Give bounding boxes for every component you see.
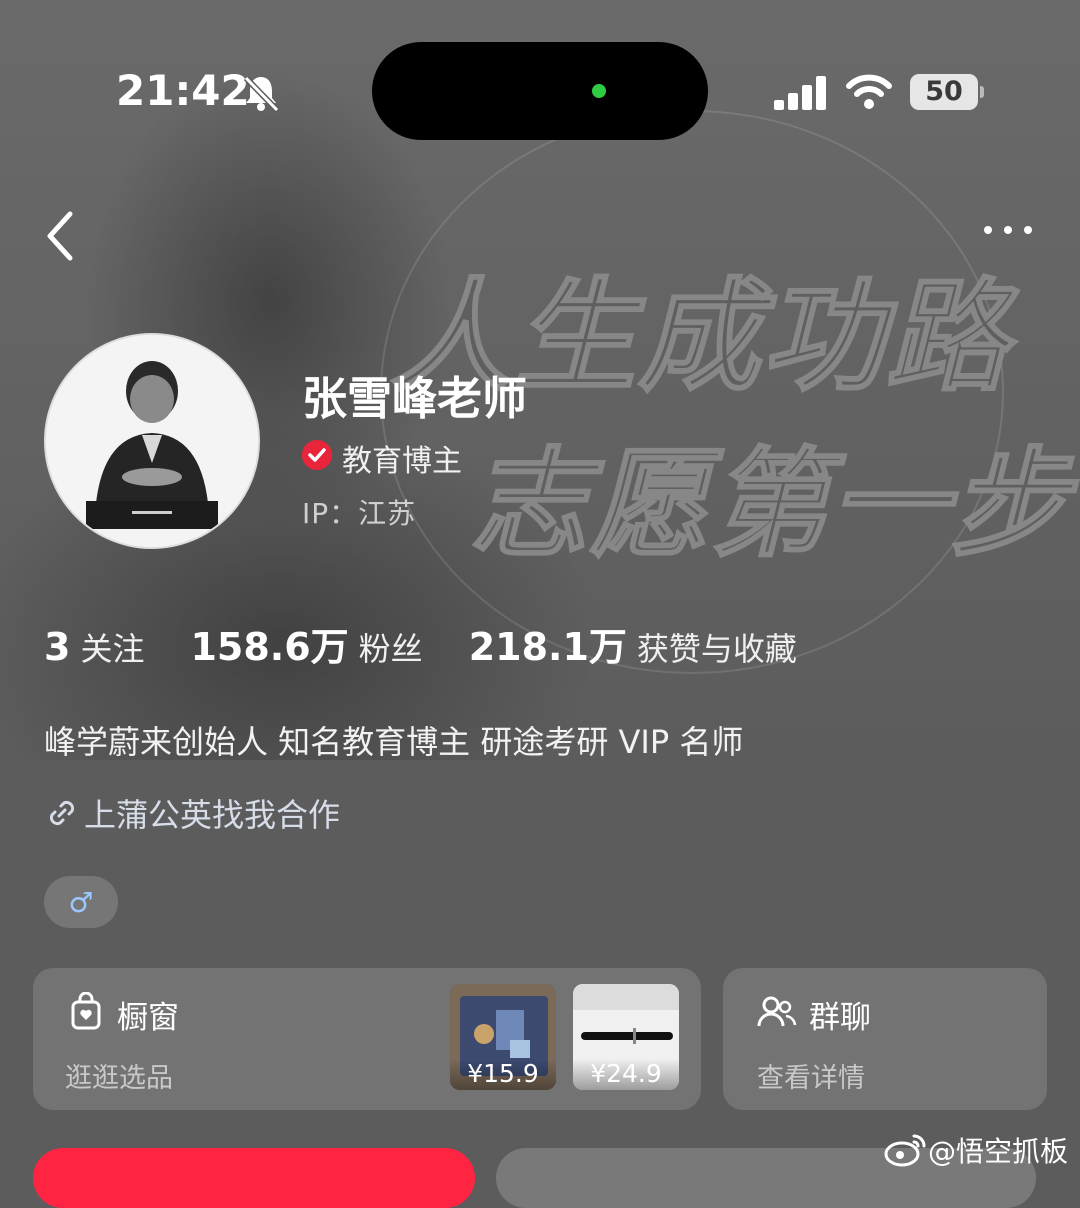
shop-window-title: 橱窗	[117, 1000, 179, 1036]
watermark: @悟空抓板	[884, 1130, 1068, 1170]
battery-tip	[980, 86, 984, 98]
camera-indicator-dot	[592, 84, 606, 98]
shopping-bag-icon	[71, 992, 101, 1030]
following-label[interactable]: 关注	[80, 624, 144, 670]
group-chat-title: 群聊	[809, 1000, 871, 1036]
bell-muted-icon	[243, 75, 280, 113]
product-price: ¥15.9	[450, 1059, 556, 1090]
profile-role: 教育博主	[342, 444, 462, 479]
product-thumbnail[interactable]: ¥15.9	[450, 984, 556, 1090]
profile-name: 张雪峰老师	[302, 372, 528, 425]
profile-bio: 峰学蔚来创始人 知名教育博主 研途考研 VIP 名师	[44, 723, 744, 761]
watermark-text: @悟空抓板	[928, 1135, 1069, 1168]
gender-tag: ♂	[44, 876, 118, 928]
wifi-icon	[846, 74, 892, 109]
back-arrow-icon[interactable]	[40, 206, 90, 266]
avatar[interactable]	[44, 333, 260, 549]
product-thumbnail[interactable]: ¥24.9	[573, 984, 679, 1090]
more-options-icon[interactable]	[980, 220, 1036, 240]
cooperation-link-text: 上蒲公英找我合作	[84, 796, 341, 834]
follow-button[interactable]	[33, 1148, 475, 1208]
shop-window-card[interactable]: 橱窗 逛逛选品 ¥15.9 ¥24.9	[33, 968, 701, 1110]
banner-text-line-2: 志愿第一步	[469, 434, 1071, 574]
dynamic-island	[372, 42, 708, 140]
cellular-signal-icon	[774, 76, 826, 110]
battery-indicator: 50	[910, 74, 978, 110]
status-time: 21:42	[116, 66, 250, 115]
group-chat-card[interactable]: 群聊 查看详情	[723, 968, 1047, 1110]
link-icon	[49, 800, 75, 826]
group-users-icon	[757, 996, 797, 1027]
likes-label[interactable]: 获赞与收藏	[637, 624, 797, 670]
followers-count[interactable]: 158.6万	[190, 616, 348, 671]
followers-label[interactable]: 粉丝	[359, 624, 423, 670]
profile-stats: 3 关注 158.6万 粉丝 218.1万 获赞与收藏	[44, 616, 843, 671]
shop-window-subtitle: 逛逛选品	[65, 1063, 173, 1094]
cooperation-link[interactable]: 上蒲公英找我合作	[44, 790, 340, 836]
following-count[interactable]: 3	[44, 625, 70, 669]
profile-ip-location: IP：江苏	[302, 497, 417, 530]
avatar-portrait-icon	[46, 335, 258, 547]
weibo-logo-icon	[884, 1134, 926, 1167]
product-price: ¥24.9	[573, 1059, 679, 1090]
verified-check-icon	[302, 440, 332, 470]
likes-count[interactable]: 218.1万	[469, 616, 627, 671]
group-chat-subtitle: 查看详情	[757, 1063, 865, 1094]
male-icon: ♂	[68, 885, 94, 919]
